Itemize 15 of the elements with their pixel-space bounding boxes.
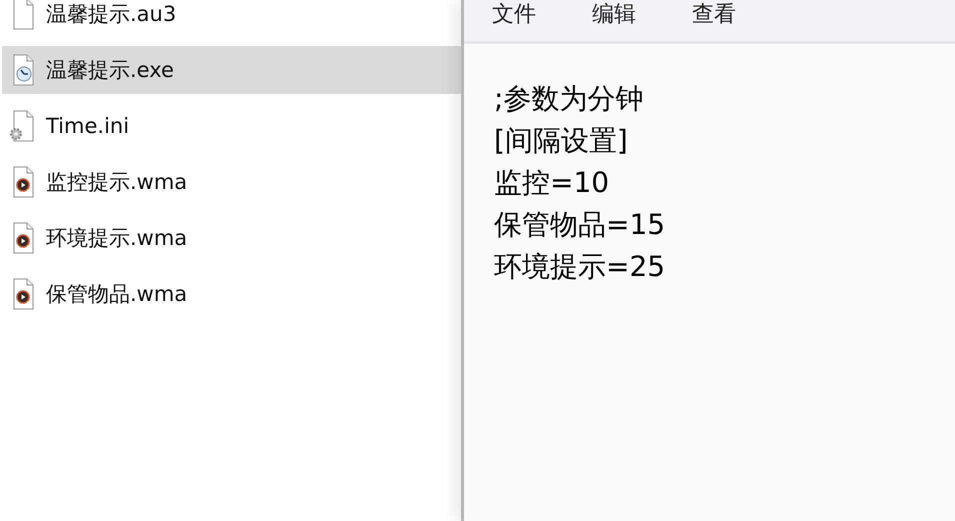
text-line: 环境提示=25: [494, 249, 666, 285]
gear-file-icon: [10, 110, 36, 142]
file-item[interactable]: Time.ini: [2, 102, 461, 150]
file-item[interactable]: 监控提示.wma: [2, 158, 461, 206]
text-line: 监控=10: [494, 165, 610, 201]
menu-item[interactable]: 查看: [692, 2, 736, 28]
text-line: ;参数为分钟: [494, 81, 644, 117]
file-item[interactable]: 温馨提示.au3: [2, 0, 461, 38]
file-item[interactable]: 保管物品.wma: [2, 270, 461, 318]
text-line: 保管物品=15: [494, 207, 666, 243]
menu-item[interactable]: 文件: [492, 2, 536, 28]
text-line: [间隔设置]: [494, 123, 629, 159]
file-item[interactable]: 环境提示.wma: [2, 214, 461, 262]
file-item[interactable]: 温馨提示.exe: [2, 46, 461, 94]
menu-item[interactable]: 编辑: [592, 2, 636, 28]
